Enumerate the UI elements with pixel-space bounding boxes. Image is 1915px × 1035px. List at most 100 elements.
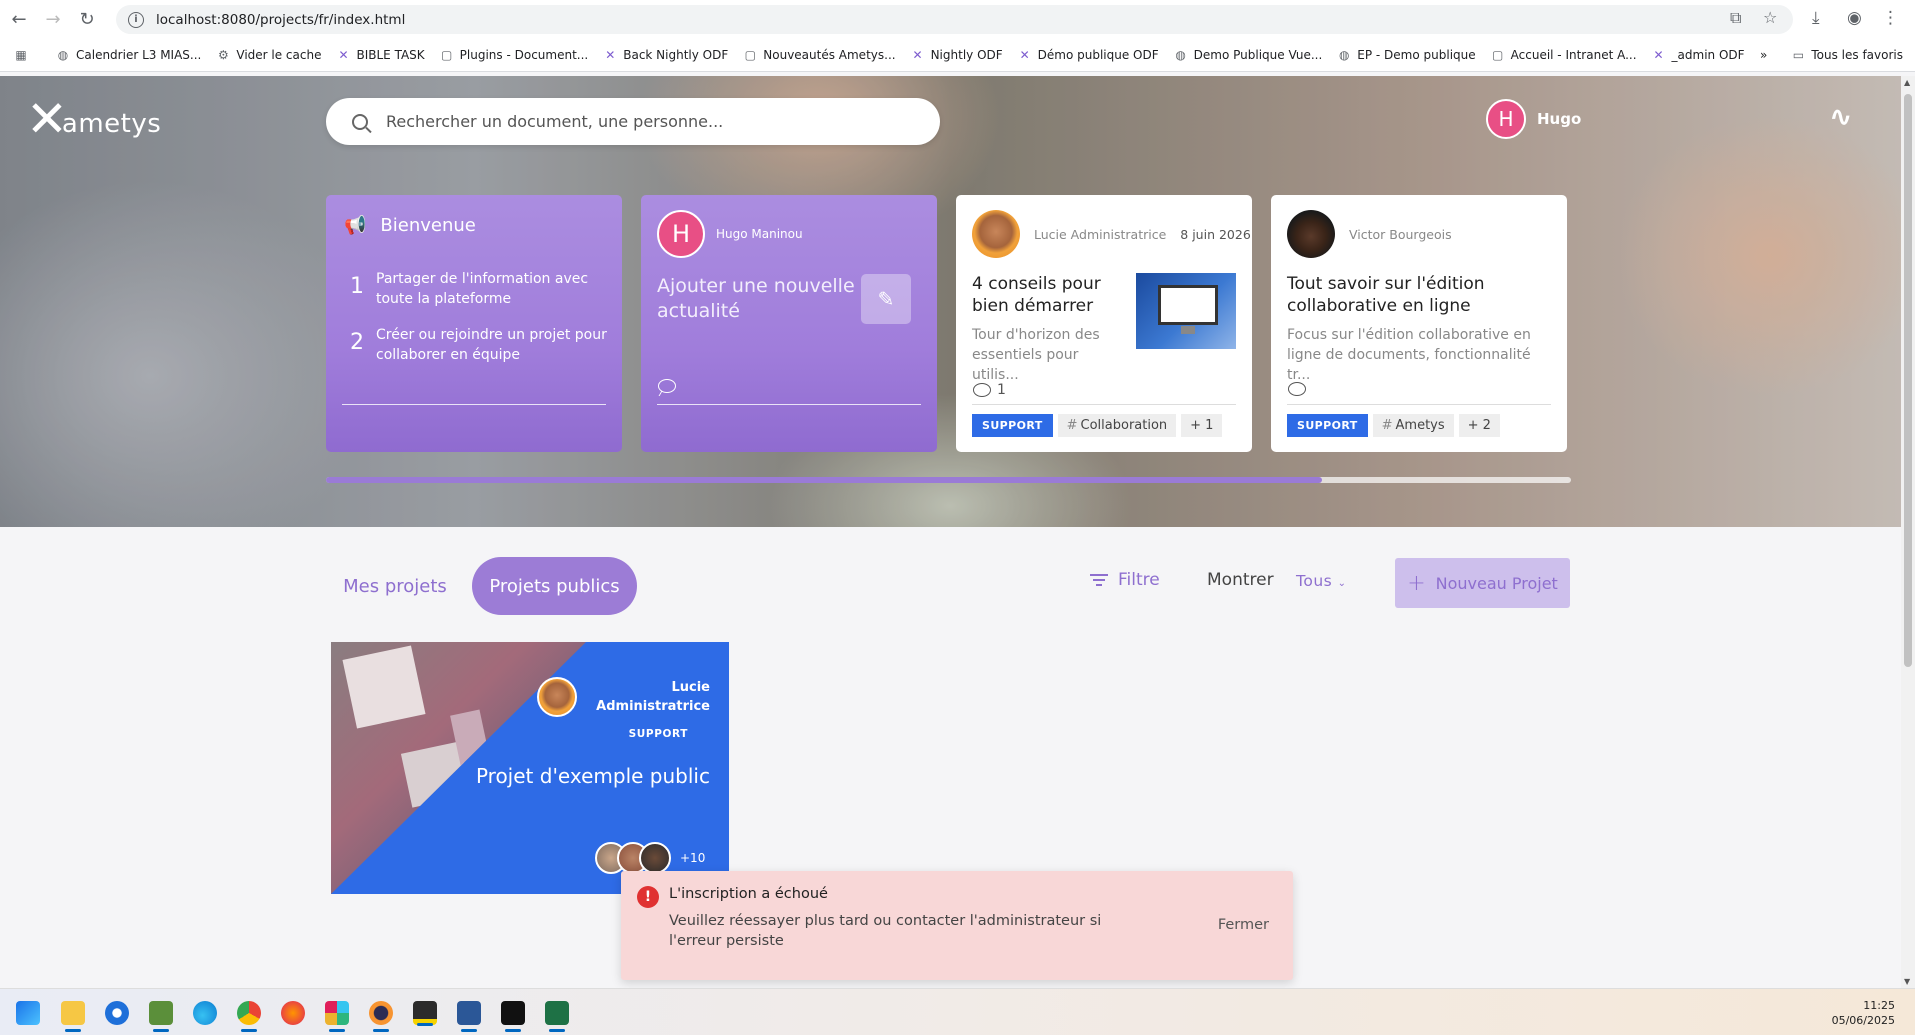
tag[interactable]: # Ametys — [1372, 414, 1454, 437]
bookmark-star-icon[interactable]: ☆ — [1763, 8, 1777, 27]
tag[interactable]: # Collaboration — [1057, 414, 1177, 437]
show-select[interactable]: Tous ⌄ — [1296, 572, 1347, 590]
project-card[interactable]: Lucie Administratrice SUPPORT Projet d'e… — [331, 642, 729, 894]
bookmark-item[interactable]: ✕ Nightly ODF — [911, 48, 1003, 62]
scrollbar-thumb[interactable] — [1904, 94, 1912, 667]
ametys-logo[interactable]: ✕ ametys — [26, 94, 161, 144]
bookmark-item[interactable]: ✕ Back Nightly ODF — [603, 48, 728, 62]
page: ✕ ametys H Hugo ∿ 📢 Bienvenue 1 Partager… — [0, 76, 1901, 988]
tag-list: SUPPORT # Ametys + 2 — [1287, 414, 1505, 437]
category-badge[interactable]: SUPPORT — [972, 414, 1053, 437]
bookmark-item[interactable]: ▢ Nouveautés Ametys... — [743, 47, 896, 62]
page-scrollbar[interactable]: ▲ ▼ — [1901, 76, 1915, 988]
toast-message: Veuillez réessayer plus tard ou contacte… — [669, 913, 1102, 949]
chrome-icon[interactable] — [237, 1001, 261, 1032]
bookmark-item[interactable]: ◍ Demo Publique Vue... — [1174, 48, 1322, 62]
scroll-up-icon[interactable]: ▲ — [1904, 78, 1910, 87]
filter-button[interactable]: Filtre — [1090, 570, 1160, 590]
ametys-icon: ✕ — [605, 47, 616, 62]
error-icon: ! — [637, 886, 659, 908]
activity-icon[interactable]: ∿ — [1829, 100, 1852, 133]
slack-icon[interactable] — [325, 1001, 349, 1032]
show-label: Montrer — [1207, 570, 1274, 590]
search-bar[interactable] — [326, 98, 940, 145]
author-avatar — [1287, 210, 1335, 258]
site-info-icon[interactable]: i — [128, 11, 144, 28]
members-more: +10 — [680, 851, 706, 865]
bookmarks-overflow-icon[interactable]: » — [1760, 48, 1767, 62]
news-card[interactable]: Victor Bourgeois Tout savoir sur l'éditi… — [1271, 195, 1567, 452]
carousel-progress[interactable] — [326, 477, 1571, 483]
image-viewer-icon[interactable] — [149, 1001, 173, 1032]
more-tags[interactable]: + 1 — [1181, 414, 1223, 437]
globe-icon: ◍ — [57, 47, 69, 62]
author-name: Victor Bourgeois — [1349, 226, 1452, 242]
welcome-step: 1 Partager de l'information avec toute l… — [350, 271, 589, 307]
excel-icon[interactable] — [545, 1001, 569, 1032]
welcome-card: 📢 Bienvenue 1 Partager de l'information … — [326, 195, 622, 452]
edit-pencil-icon[interactable]: ✎ — [861, 274, 911, 324]
tab-public-projects[interactable]: Projets publics — [472, 557, 637, 615]
terminal-icon[interactable] — [501, 1001, 525, 1032]
back-icon[interactable]: ← — [4, 4, 34, 34]
windows-start-icon[interactable] — [16, 1001, 40, 1025]
bookmark-item[interactable]: ▢ Accueil - Intranet A... — [1491, 48, 1637, 62]
browser-toolbar: ← → ↻ i localhost:8080/projects/fr/index… — [0, 0, 1915, 38]
ametys-icon: ✕ — [338, 47, 349, 62]
download-icon[interactable]: ⤓ — [1812, 8, 1820, 28]
file-explorer-icon[interactable] — [61, 1001, 85, 1032]
reload-icon[interactable]: ↻ — [72, 4, 102, 34]
system-clock[interactable]: 11:25 05/06/2025 — [1832, 998, 1895, 1028]
menu-icon[interactable]: ⋮ — [1882, 8, 1899, 28]
word-icon[interactable] — [457, 1001, 481, 1032]
all-bookmarks[interactable]: ▭ Tous les favoris — [1791, 48, 1903, 62]
news-card[interactable]: Lucie Administratrice 8 juin 2026 4 cons… — [956, 195, 1252, 452]
sticky-app-icon[interactable] — [413, 1001, 437, 1026]
toast-close-button[interactable]: Fermer — [1218, 917, 1269, 933]
tab-my-projects[interactable]: Mes projets — [326, 557, 464, 615]
search-input[interactable] — [386, 112, 906, 131]
bookmark-item[interactable]: ⚙ Vider le cache — [216, 47, 322, 62]
divider — [1287, 404, 1551, 405]
edge-icon[interactable] — [193, 1001, 217, 1025]
more-tags[interactable]: + 2 — [1458, 414, 1500, 437]
gear-icon: ⚙ — [217, 47, 229, 62]
bookmark-item[interactable]: ▢ Plugins - Document... — [440, 48, 588, 62]
project-members[interactable]: +10 — [595, 842, 705, 874]
bookmark-item[interactable]: ✕ BIBLE TASK — [336, 48, 424, 62]
profile-icon[interactable]: ◉ — [1847, 8, 1862, 28]
new-project-button[interactable]: + Nouveau Projet — [1395, 558, 1570, 608]
news-thumbnail — [1136, 273, 1236, 349]
firefox-icon[interactable] — [281, 1001, 305, 1025]
forward-icon[interactable]: → — [38, 4, 68, 34]
author-name: Lucie Administratrice — [1034, 226, 1167, 242]
apps-icon[interactable]: ▦ — [14, 48, 34, 62]
category-badge[interactable]: SUPPORT — [1287, 414, 1368, 437]
bookmark-item[interactable]: ✕ _admin ODF — [1652, 48, 1745, 62]
chevron-down-icon: ⌄ — [1337, 578, 1347, 589]
scroll-down-icon[interactable]: ▼ — [1904, 977, 1910, 986]
news-title[interactable]: 4 conseils pour bien démarrer — [972, 273, 1112, 317]
document-icon: ▢ — [744, 47, 756, 62]
toast-title: L'inscription a échoué — [669, 886, 828, 902]
welcome-title: Bienvenue — [380, 215, 476, 236]
eclipse-icon[interactable] — [369, 1001, 393, 1032]
bookmark-item[interactable]: ✕ Démo publique ODF — [1018, 48, 1159, 62]
new-news-card[interactable]: H Hugo Maninou Ajouter une nouvelle actu… — [641, 195, 937, 452]
bookmarks-bar: ▦ ◍ Calendrier L3 MIAS... ⚙ Vider le cache… — [0, 38, 1915, 72]
project-title[interactable]: Projet d'exemple public — [476, 764, 710, 788]
plus-icon: + — [1407, 570, 1426, 596]
news-title[interactable]: Tout savoir sur l'édition collaborative … — [1287, 273, 1547, 317]
comment-count: 1 — [973, 382, 1006, 398]
project-owner: Lucie Administratrice — [596, 680, 710, 714]
thunderbird-icon[interactable] — [105, 1001, 129, 1025]
install-app-icon[interactable]: ⧉ — [1730, 8, 1741, 28]
bookmark-item[interactable]: ◍ EP - Demo publique — [1337, 48, 1476, 62]
owner-avatar — [537, 677, 577, 717]
news-date: 8 juin 2026 — [1180, 226, 1251, 242]
address-bar[interactable]: i localhost:8080/projects/fr/index.html — [116, 5, 1793, 34]
search-icon — [352, 113, 368, 130]
user-menu[interactable]: H Hugo — [1486, 99, 1581, 139]
bookmark-item[interactable]: ◍ Calendrier L3 MIAS... — [56, 47, 202, 62]
author-avatar — [972, 210, 1020, 258]
